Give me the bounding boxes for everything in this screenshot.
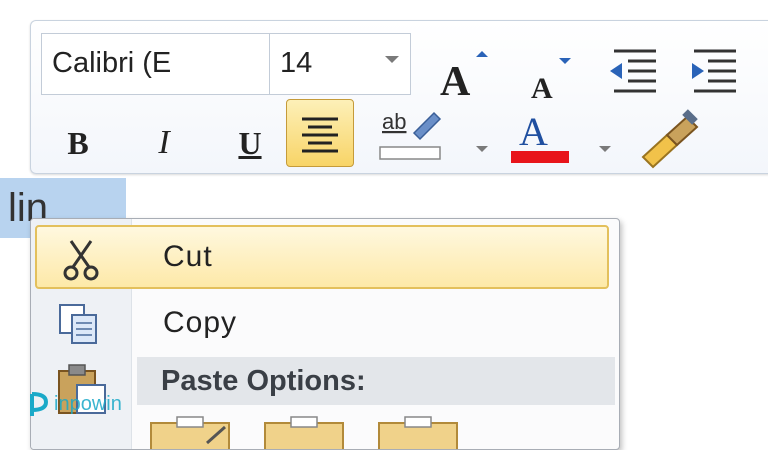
text-highlight-icon: ab	[379, 109, 442, 160]
mini-toolbar: Calibri (E 14 A A B I U ab A	[30, 20, 768, 174]
paste-options-header: Paste Options:	[137, 357, 615, 405]
menu-item-copy[interactable]: Copy	[35, 291, 609, 355]
underline-button[interactable]: U	[225, 113, 275, 173]
font-color-dropdown-icon[interactable]	[599, 146, 611, 152]
grow-font-icon: A	[440, 51, 488, 101]
paste-option-icon	[378, 416, 458, 449]
shrink-font-glyph: A	[531, 72, 553, 102]
paste-keep-text-only-button[interactable]	[375, 413, 461, 449]
font-color-button[interactable]: A	[507, 103, 573, 169]
paste-options-label: Paste Options:	[161, 365, 366, 397]
copy-icon	[47, 299, 111, 347]
format-painter-icon	[641, 109, 699, 169]
font-color-icon: A	[511, 109, 569, 163]
highlight-dropdown-icon[interactable]	[476, 146, 488, 152]
font-size-combobox[interactable]: 14	[269, 33, 411, 95]
font-name-combobox[interactable]: Calibri (E	[41, 33, 295, 95]
grow-font-glyph: A	[440, 59, 471, 101]
font-color-glyph: A	[519, 109, 548, 154]
paste-merge-formatting-button[interactable]	[261, 413, 347, 449]
increase-indent-icon	[692, 49, 736, 93]
font-name-value: Calibri (E	[52, 47, 172, 79]
paste-option-icon	[264, 416, 344, 449]
bold-button[interactable]: B	[53, 113, 103, 173]
svg-text:ab: ab	[382, 109, 406, 134]
increase-indent-button[interactable]	[686, 43, 740, 99]
align-center-icon	[302, 117, 338, 153]
watermark: inpowin	[28, 386, 168, 422]
menu-item-cut[interactable]: Cut	[35, 225, 609, 289]
watermark-text: inpowin	[54, 392, 122, 415]
menu-item-copy-label: Copy	[163, 306, 238, 339]
italic-button[interactable]: I	[139, 113, 189, 173]
shrink-font-icon: A	[531, 58, 571, 102]
decrease-indent-button[interactable]	[606, 43, 660, 99]
align-center-button[interactable]	[286, 99, 354, 167]
grow-font-button[interactable]: A	[436, 51, 494, 101]
scissors-icon	[49, 235, 113, 283]
watermark-logo-icon	[30, 392, 49, 416]
shrink-font-button[interactable]: A	[521, 56, 579, 102]
menu-item-cut-label: Cut	[163, 240, 213, 273]
chevron-down-icon[interactable]	[385, 56, 399, 63]
decrease-indent-icon	[610, 49, 656, 93]
text-highlight-button[interactable]: ab	[376, 103, 446, 167]
font-size-value: 14	[280, 47, 313, 79]
format-painter-button[interactable]	[637, 109, 703, 169]
